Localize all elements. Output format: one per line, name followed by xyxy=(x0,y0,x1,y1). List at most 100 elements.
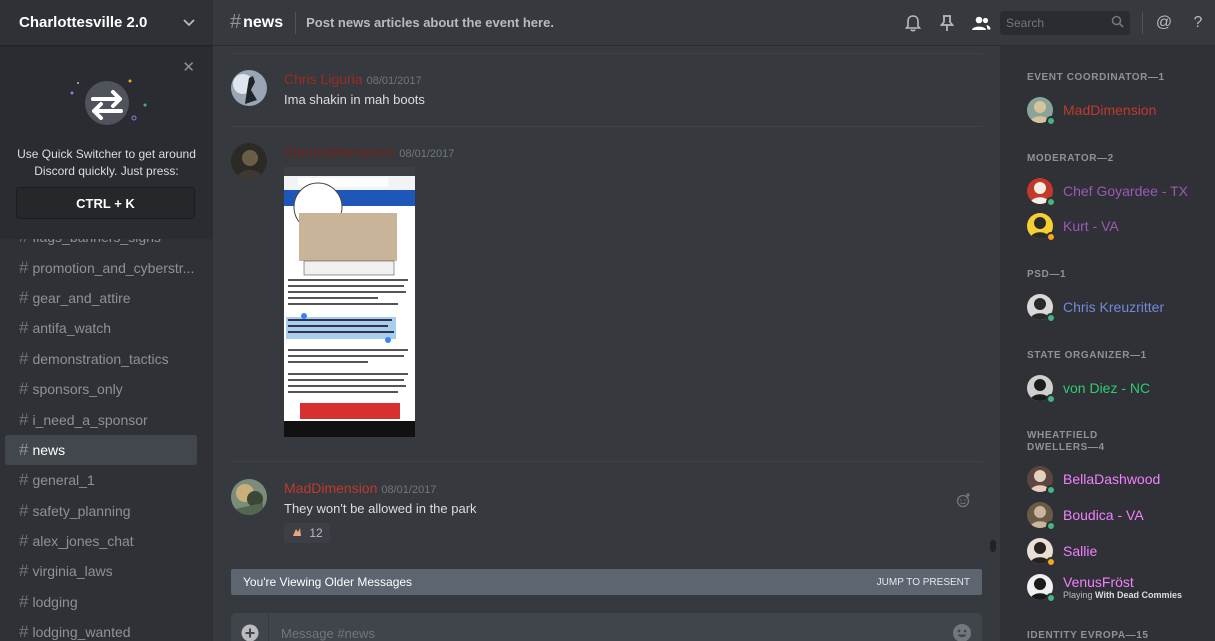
channel-name: i_need_a_sponsor xyxy=(32,411,148,428)
channel-item[interactable]: # demonstration_tactics xyxy=(5,344,197,374)
message-author[interactable]: Chris Liguria xyxy=(284,71,363,87)
channel-name: gear_and_attire xyxy=(32,289,131,306)
upload-button[interactable] xyxy=(231,613,269,641)
avatar[interactable] xyxy=(231,479,267,515)
role-header: PSD—1 xyxy=(1027,269,1067,280)
member-name: BellaDashwood xyxy=(1063,471,1161,487)
member-item[interactable]: Chef Goyardee - TX xyxy=(1027,178,1188,207)
hash-icon: # xyxy=(19,348,29,368)
quick-switcher-description: Use Quick Switcher to get around Discord… xyxy=(17,147,196,178)
message-author-line: Stannisthemannis 08/01/2017 xyxy=(284,144,454,160)
hash-icon: # xyxy=(19,591,29,611)
status-indicator xyxy=(1046,593,1056,603)
emoji-picker-icon[interactable] xyxy=(942,623,982,641)
channel-item[interactable]: # promotion_and_cyberstr... xyxy=(5,252,197,282)
hash-icon: # xyxy=(19,470,29,490)
role-header: EVENT COORDINATOR—1 xyxy=(1027,72,1165,83)
member-item[interactable]: Boudica - VA xyxy=(1027,502,1144,531)
channel-item[interactable]: # news xyxy=(5,434,197,466)
status-indicator xyxy=(1046,313,1056,323)
channel-item[interactable]: # lodging_wanted xyxy=(5,617,197,641)
message-author[interactable]: MadDimension xyxy=(284,480,377,496)
jump-to-present-button[interactable]: JUMP TO PRESENT xyxy=(877,577,970,588)
reaction-badge[interactable]: 12 xyxy=(284,523,330,543)
hash-icon: # xyxy=(19,531,29,551)
member-item[interactable]: Kurt - VA xyxy=(1027,213,1119,242)
search-input[interactable]: Search xyxy=(1000,11,1130,35)
channel-item[interactable]: # virginia_laws xyxy=(5,556,197,586)
message-divider xyxy=(231,126,983,127)
member-name: von Diez - NC xyxy=(1063,380,1151,396)
quick-switcher-icon xyxy=(60,71,155,136)
channel-item[interactable]: # safety_planning xyxy=(5,496,197,526)
avatar xyxy=(1027,466,1056,495)
hash-icon: # xyxy=(19,409,29,429)
member-item[interactable]: von Diez - NC xyxy=(1027,375,1151,404)
member-name: Chris Kreuzritter xyxy=(1063,299,1165,315)
role-header: STATE ORGANIZER—1 xyxy=(1027,350,1147,361)
message-author[interactable]: Stannisthemannis xyxy=(284,144,395,160)
toolbar-divider xyxy=(1142,12,1143,34)
older-messages-banner: You're Viewing Older Messages JUMP TO PR… xyxy=(231,569,982,595)
reaction-count: 12 xyxy=(309,526,323,540)
image-attachment[interactable] xyxy=(284,167,415,437)
hash-icon: # xyxy=(19,439,29,459)
status-indicator xyxy=(1046,197,1056,207)
channel-name: lodging xyxy=(32,593,78,610)
scrollbar-thumb[interactable] xyxy=(990,540,996,552)
channel-name: alex_jones_chat xyxy=(32,533,134,550)
channel-name: sponsors_only xyxy=(32,381,123,398)
channel-item[interactable]: # gear_and_attire xyxy=(5,283,197,313)
member-name: MadDimension xyxy=(1063,102,1157,118)
member-item[interactable]: MadDimension xyxy=(1027,97,1157,126)
bell-icon[interactable] xyxy=(896,14,930,32)
message-composer xyxy=(231,613,982,641)
close-icon[interactable]: ✕ xyxy=(182,58,195,76)
avatar xyxy=(1027,574,1056,603)
channel-header: # news Post news articles about the even… xyxy=(213,0,1215,46)
mention-icon[interactable]: @ xyxy=(1147,14,1181,32)
status-indicator xyxy=(1046,232,1056,242)
channel-item[interactable]: # lodging xyxy=(5,587,197,617)
channel-item[interactable]: # i_need_a_sponsor xyxy=(5,404,197,434)
member-item[interactable]: VenusFröst Playing With Dead Commies xyxy=(1027,574,1182,603)
channel-topic: Post news articles about the event here. xyxy=(306,15,554,30)
message-scrollbar[interactable] xyxy=(989,46,997,566)
avatar xyxy=(1027,294,1056,323)
message-item: Chris Liguria 08/01/2017 Ima shakin in ma… xyxy=(231,70,983,130)
member-name: Kurt - VA xyxy=(1063,218,1119,234)
server-header[interactable]: Charlottesville 2.0 xyxy=(0,0,213,46)
add-reaction-icon[interactable] xyxy=(956,493,971,513)
search-icon xyxy=(1111,15,1124,31)
quick-switcher-shortcut: CTRL + K xyxy=(16,187,195,219)
help-icon[interactable]: ? xyxy=(1181,14,1215,32)
pin-icon[interactable] xyxy=(930,14,964,32)
message-author-line: Chris Liguria 08/01/2017 xyxy=(284,71,422,87)
channel-name: safety_planning xyxy=(32,502,131,519)
members-icon[interactable] xyxy=(964,16,998,31)
channel-title: news xyxy=(243,13,284,31)
avatar[interactable] xyxy=(231,143,267,179)
channel-item[interactable]: # sponsors_only xyxy=(5,374,197,404)
message-list: Chris Liguria 08/01/2017 Ima shakin in ma… xyxy=(213,46,989,566)
channel-item[interactable]: # general_1 xyxy=(5,465,197,495)
member-item[interactable]: BellaDashwood xyxy=(1027,466,1161,495)
avatar[interactable] xyxy=(231,70,267,106)
message-timestamp: 08/01/2017 xyxy=(366,75,422,87)
message-item: Stannisthemannis 08/01/2017 xyxy=(231,143,983,443)
hash-icon: # xyxy=(19,561,29,581)
message-divider xyxy=(231,53,983,54)
reaction-emoji-icon xyxy=(291,526,303,541)
channel-name: demonstration_tactics xyxy=(32,350,169,367)
channel-item[interactable]: # antifa_watch xyxy=(5,313,197,343)
member-name: VenusFröst xyxy=(1063,574,1134,590)
avatar xyxy=(1027,178,1056,207)
channel-name: promotion_and_cyberstr... xyxy=(32,259,195,276)
member-item[interactable]: Chris Kreuzritter xyxy=(1027,294,1165,323)
channel-item[interactable]: # alex_jones_chat xyxy=(5,526,197,556)
member-item[interactable]: Sallie xyxy=(1027,538,1097,567)
role-header: MODERATOR—2 xyxy=(1027,153,1114,164)
channel-name: news xyxy=(32,441,66,458)
message-input[interactable] xyxy=(269,625,942,641)
hash-icon: # xyxy=(19,622,29,641)
